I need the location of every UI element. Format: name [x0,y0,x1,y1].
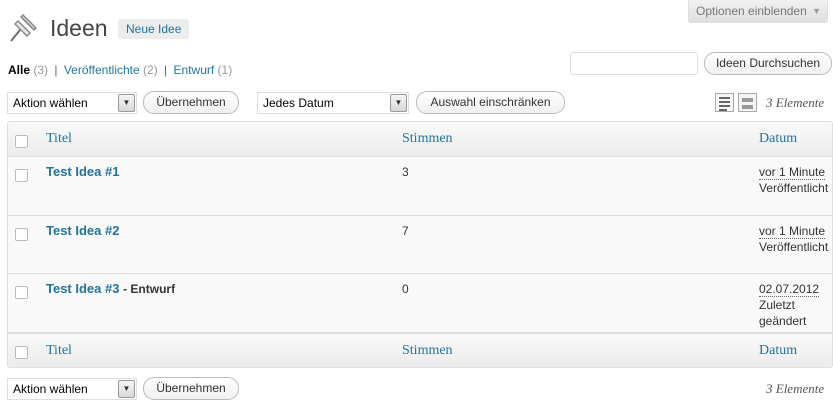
status-filter-links: Alle (3) | Veröffentlichte (2) | Entwurf… [8,63,232,77]
column-title-header[interactable]: Titel [46,131,72,147]
column-date-footer[interactable]: Datum [759,343,797,359]
screen-options-toggle[interactable]: Optionen einblenden ▼ [688,0,828,23]
dropdown-arrow-icon: ▼ [118,380,135,398]
row-date-value: vor 1 Minute [759,224,826,239]
table-row: Test Idea #3 - Entwurf 0 02.07.2012 Zule… [8,274,832,333]
date-filter-value: Jedes Datum [263,96,334,110]
bulk-action-select-bottom[interactable]: Aktion wählen ▼ [7,378,137,400]
chevron-down-icon: ▼ [812,6,821,16]
row-votes: 3 [402,165,409,179]
row-date: vor 1 Minute Veröffentlicht [759,164,831,196]
row-checkbox[interactable] [15,169,28,182]
row-date-status: Veröffentlicht [759,181,829,195]
row-votes: 7 [402,224,409,238]
row-checkbox[interactable] [15,228,28,241]
row-title-text[interactable]: Test Idea #1 [46,164,119,179]
column-votes-header[interactable]: Stimmen [402,131,453,147]
row-title-link[interactable]: Test Idea #3 - Entwurf [46,281,175,296]
search-input[interactable] [570,52,698,75]
bulk-action-value: Aktion wählen [13,382,88,396]
bulk-action-value: Aktion wählen [13,96,88,110]
row-date-value: 02.07.2012 [759,282,820,297]
filter-button[interactable]: Auswahl einschränken [416,91,565,114]
screen-options-label: Optionen einblenden [696,4,807,18]
search-button[interactable]: Ideen Durchsuchen [704,52,832,75]
separator: | [164,63,168,77]
row-date-status: Zuletzt geändert [759,298,807,328]
list-view-icon[interactable] [715,93,734,112]
items-count-bottom: 3 Elemente [766,381,825,396]
row-date-value: vor 1 Minute [759,165,826,180]
row-title-link[interactable]: Test Idea #2 [46,223,119,238]
view-draft-link[interactable]: Entwurf [174,63,215,77]
page-title: Ideen [50,15,108,41]
apply-bulk-button-bottom[interactable]: Übernehmen [143,377,239,400]
table-header-row: Titel Stimmen Datum [8,122,832,157]
select-all-checkbox[interactable] [15,135,28,148]
row-title-text[interactable]: Test Idea #2 [46,223,119,238]
row-title-link[interactable]: Test Idea #1 [46,164,119,179]
separator: | [54,63,58,77]
table-row: Test Idea #1 3 vor 1 Minute Veröffentlic… [8,157,832,216]
pushpin-icon [10,14,37,42]
table-footer-row: Titel Stimmen Datum [8,333,832,367]
row-state: - Entwurf [123,282,176,296]
row-date: 02.07.2012 Zuletzt geändert [759,281,831,329]
add-new-idea-button[interactable]: Neue Idee [118,19,190,39]
row-date: vor 1 Minute Veröffentlicht [759,223,831,255]
row-checkbox[interactable] [15,286,28,299]
column-votes-footer[interactable]: Stimmen [402,343,453,359]
column-date-header[interactable]: Datum [759,131,797,147]
dropdown-arrow-icon: ▼ [390,94,407,112]
apply-bulk-button[interactable]: Übernehmen [143,91,239,114]
view-all-link[interactable]: Alle [8,63,30,77]
select-all-checkbox[interactable] [15,346,28,359]
row-votes: 0 [402,282,409,296]
view-published-link[interactable]: Veröffentlichte [64,63,140,77]
date-filter-select[interactable]: Jedes Datum ▼ [257,92,409,114]
view-draft-count: (1) [217,63,233,77]
row-title-text[interactable]: Test Idea #3 [46,281,119,296]
column-title-footer[interactable]: Titel [46,343,72,359]
row-date-status: Veröffentlicht [759,240,829,254]
excerpt-view-icon[interactable] [738,93,757,112]
items-count: 3 Elemente [766,95,825,110]
table-row: Test Idea #2 7 vor 1 Minute Veröffentlic… [8,216,832,274]
ideas-table: Titel Stimmen Datum Test Idea #1 3 vor 1… [7,121,833,368]
bulk-action-select[interactable]: Aktion wählen ▼ [7,92,137,114]
view-all-count: (3) [33,63,49,77]
dropdown-arrow-icon: ▼ [118,94,135,112]
view-published-count: (2) [143,63,158,77]
